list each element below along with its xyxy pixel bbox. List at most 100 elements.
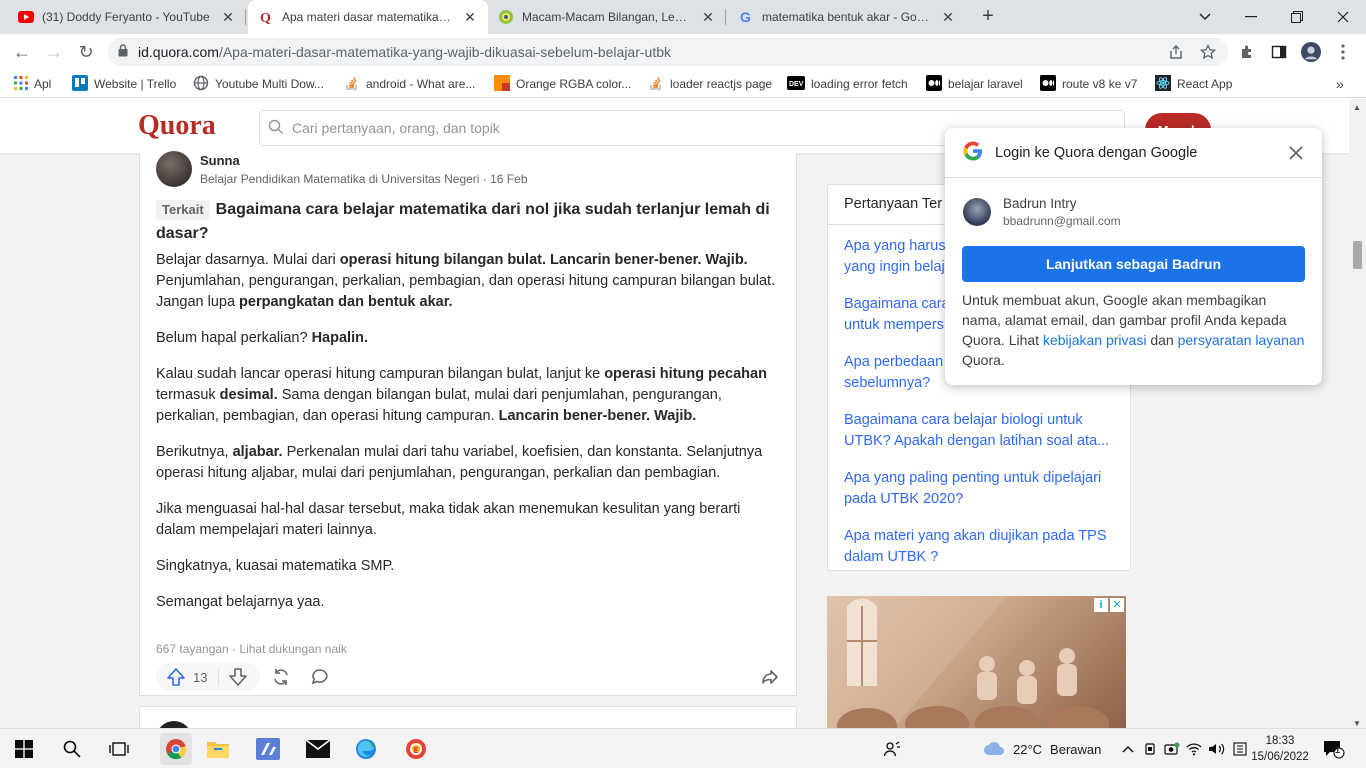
- scrollbar-thumb[interactable]: [1353, 241, 1362, 269]
- ad-close-icon[interactable]: ✕: [1110, 598, 1124, 612]
- scroll-down-arrow[interactable]: ▼: [1353, 719, 1361, 728]
- close-tab-icon[interactable]: ✕: [220, 9, 236, 26]
- notification-center-icon[interactable]: 1: [1322, 737, 1346, 761]
- weather-widget[interactable]: 22°C Berawan: [983, 740, 1101, 759]
- chrome-menu-icon[interactable]: [1333, 42, 1353, 62]
- address-bar[interactable]: id.quora.com/Apa-materi-dasar-matematika…: [108, 38, 1228, 66]
- close-tab-icon[interactable]: ✕: [462, 9, 478, 26]
- privacy-policy-link[interactable]: kebijakan privasi: [1043, 332, 1147, 348]
- share-icon[interactable]: [1166, 42, 1186, 62]
- restore-button[interactable]: [1274, 0, 1320, 34]
- comment-icon[interactable]: [308, 665, 332, 689]
- author-avatar[interactable]: [156, 151, 192, 187]
- file-explorer-icon[interactable]: [206, 737, 230, 761]
- minimize-button[interactable]: [1228, 0, 1274, 34]
- close-tab-icon[interactable]: ✕: [940, 9, 956, 26]
- share-reshare-icon[interactable]: [269, 665, 293, 689]
- vertical-scrollbar[interactable]: ▲ ▼: [1349, 99, 1366, 732]
- scroll-up-arrow[interactable]: ▲: [1353, 103, 1361, 112]
- close-window-button[interactable]: [1320, 0, 1366, 34]
- language-icon[interactable]: [1230, 737, 1250, 761]
- account-row[interactable]: Badrun Intry bbadrunn@gmail.com: [963, 196, 1121, 228]
- extensions-icon[interactable]: [1237, 42, 1257, 62]
- search-icon: [268, 119, 284, 138]
- volume-icon[interactable]: [1206, 737, 1228, 761]
- back-button[interactable]: ←: [10, 40, 34, 64]
- camera-security-icon[interactable]: [1162, 737, 1182, 761]
- related-question-link[interactable]: Apa materi yang akan diujikan pada TPS da…: [844, 526, 1124, 568]
- continue-as-button[interactable]: Lanjutkan sebagai Badrun: [962, 246, 1305, 282]
- bookmark-route-v8[interactable]: route v8 ke v7: [1040, 74, 1137, 94]
- author-credential: Belajar Pendidikan Matematika di Univers…: [200, 172, 528, 186]
- bookmark-star-icon[interactable]: [1198, 42, 1218, 62]
- url-path: /Apa-materi-dasar-matematika-yang-wajib-…: [218, 44, 672, 60]
- downvote-button[interactable]: [226, 665, 250, 689]
- upvote-button[interactable]: [164, 665, 188, 689]
- bookmark-android[interactable]: android - What are...: [344, 75, 475, 93]
- wifi-icon[interactable]: [1184, 737, 1204, 761]
- search-icon[interactable]: [60, 737, 84, 761]
- more-bookmarks-icon[interactable]: »: [1336, 75, 1344, 93]
- system-clock[interactable]: 18:33 15/06/2022: [1250, 733, 1310, 765]
- chrome-canary-icon[interactable]: [404, 737, 428, 761]
- bookmark-loading-error[interactable]: DEV loading error fetch: [787, 75, 908, 93]
- clock-time: 18:33: [1265, 735, 1295, 747]
- ad-info-icon[interactable]: i: [1094, 598, 1108, 612]
- reload-button[interactable]: ↻: [74, 40, 98, 64]
- chevron-up-icon[interactable]: [1116, 737, 1140, 761]
- terms-of-service-link[interactable]: persyaratan layanan: [1178, 332, 1305, 348]
- bookmark-react-app[interactable]: React App: [1155, 74, 1233, 94]
- google-login-dialog: Login ke Quora dengan Google Badrun Intr…: [945, 128, 1322, 385]
- forward-button[interactable]: →: [42, 40, 66, 64]
- close-tab-icon[interactable]: ✕: [700, 9, 716, 26]
- side-panel-icon[interactable]: [1269, 42, 1289, 62]
- share-icon[interactable]: [758, 665, 782, 689]
- ad-choices[interactable]: i ✕: [1094, 598, 1124, 612]
- related-question-link[interactable]: Bagaimana cara belajar biologi untuk UTBK…: [844, 410, 1124, 452]
- people-icon[interactable]: [880, 737, 904, 761]
- advertisement-image[interactable]: i ✕: [827, 596, 1126, 732]
- dialog-title: Login ke Quora dengan Google: [995, 144, 1198, 161]
- author-name[interactable]: Sunna: [200, 153, 240, 168]
- quora-logo[interactable]: Quora: [138, 110, 216, 142]
- bookmark-belajar-laravel[interactable]: belajar laravel: [926, 74, 1023, 93]
- app-icon[interactable]: [256, 737, 280, 761]
- tab-youtube[interactable]: (31) Doddy Feryanto - YouTube ✕: [8, 0, 246, 34]
- windows-start-icon[interactable]: [12, 737, 36, 761]
- tab-macam-bilangan[interactable]: Macam-Macam Bilangan, Lengkap ✕: [488, 0, 726, 34]
- new-tab-button[interactable]: +: [976, 4, 1000, 28]
- bookmark-orange-rgba[interactable]: Orange RGBA color...: [494, 74, 632, 93]
- bookmark-label: Orange RGBA color...: [516, 77, 632, 91]
- lock-icon[interactable]: [118, 44, 128, 60]
- site-icon: [498, 9, 514, 25]
- answer-actions: 13: [156, 662, 786, 692]
- bookmark-apps[interactable]: Apl: [14, 75, 51, 93]
- tab-google-search[interactable]: G matematika bentuk akar - Google ✕: [728, 0, 966, 34]
- tab-strip: (31) Doddy Feryanto - YouTube ✕ Q Apa ma…: [0, 0, 1366, 34]
- bookmark-label: React App: [1177, 77, 1233, 91]
- mail-icon[interactable]: [306, 737, 330, 761]
- bookmarks-bar: Apl Website | Trello Youtube Multi Dow..…: [0, 70, 1366, 98]
- bookmark-label: belajar laravel: [948, 77, 1023, 91]
- bookmark-trello[interactable]: Website | Trello: [72, 74, 176, 93]
- bookmark-youtube-multi[interactable]: Youtube Multi Dow...: [193, 75, 324, 93]
- profile-avatar[interactable]: [1301, 42, 1321, 62]
- medium-icon: [1040, 74, 1056, 94]
- related-question[interactable]: Terkait Bagaimana cara belajar matematika…: [156, 198, 786, 246]
- task-view-icon[interactable]: [107, 737, 131, 761]
- view-count[interactable]: 667 tayangan · Lihat dukungan naik: [156, 642, 347, 656]
- cloud-icon: [983, 740, 1005, 759]
- react-icon: [1155, 74, 1171, 94]
- tab-search-button[interactable]: [1182, 0, 1228, 34]
- edge-icon[interactable]: [354, 737, 378, 761]
- device-icon[interactable]: [1140, 737, 1160, 761]
- tab-quora[interactable]: Q Apa materi dasar matematika yang wajib…: [248, 0, 488, 34]
- bookmark-label: loader reactjs page: [670, 77, 773, 91]
- bookmark-loader-reactjs[interactable]: loader reactjs page: [648, 75, 772, 93]
- tab-title: matematika bentuk akar - Google: [762, 10, 932, 24]
- chrome-taskbar-icon[interactable]: [160, 733, 192, 765]
- close-icon[interactable]: [1284, 141, 1308, 165]
- related-question-link[interactable]: Apa yang paling penting untuk dipelajari…: [844, 468, 1124, 510]
- google-icon: G: [738, 9, 754, 25]
- answer-card: Sunna Belajar Pendidikan Matematika di U…: [139, 151, 797, 696]
